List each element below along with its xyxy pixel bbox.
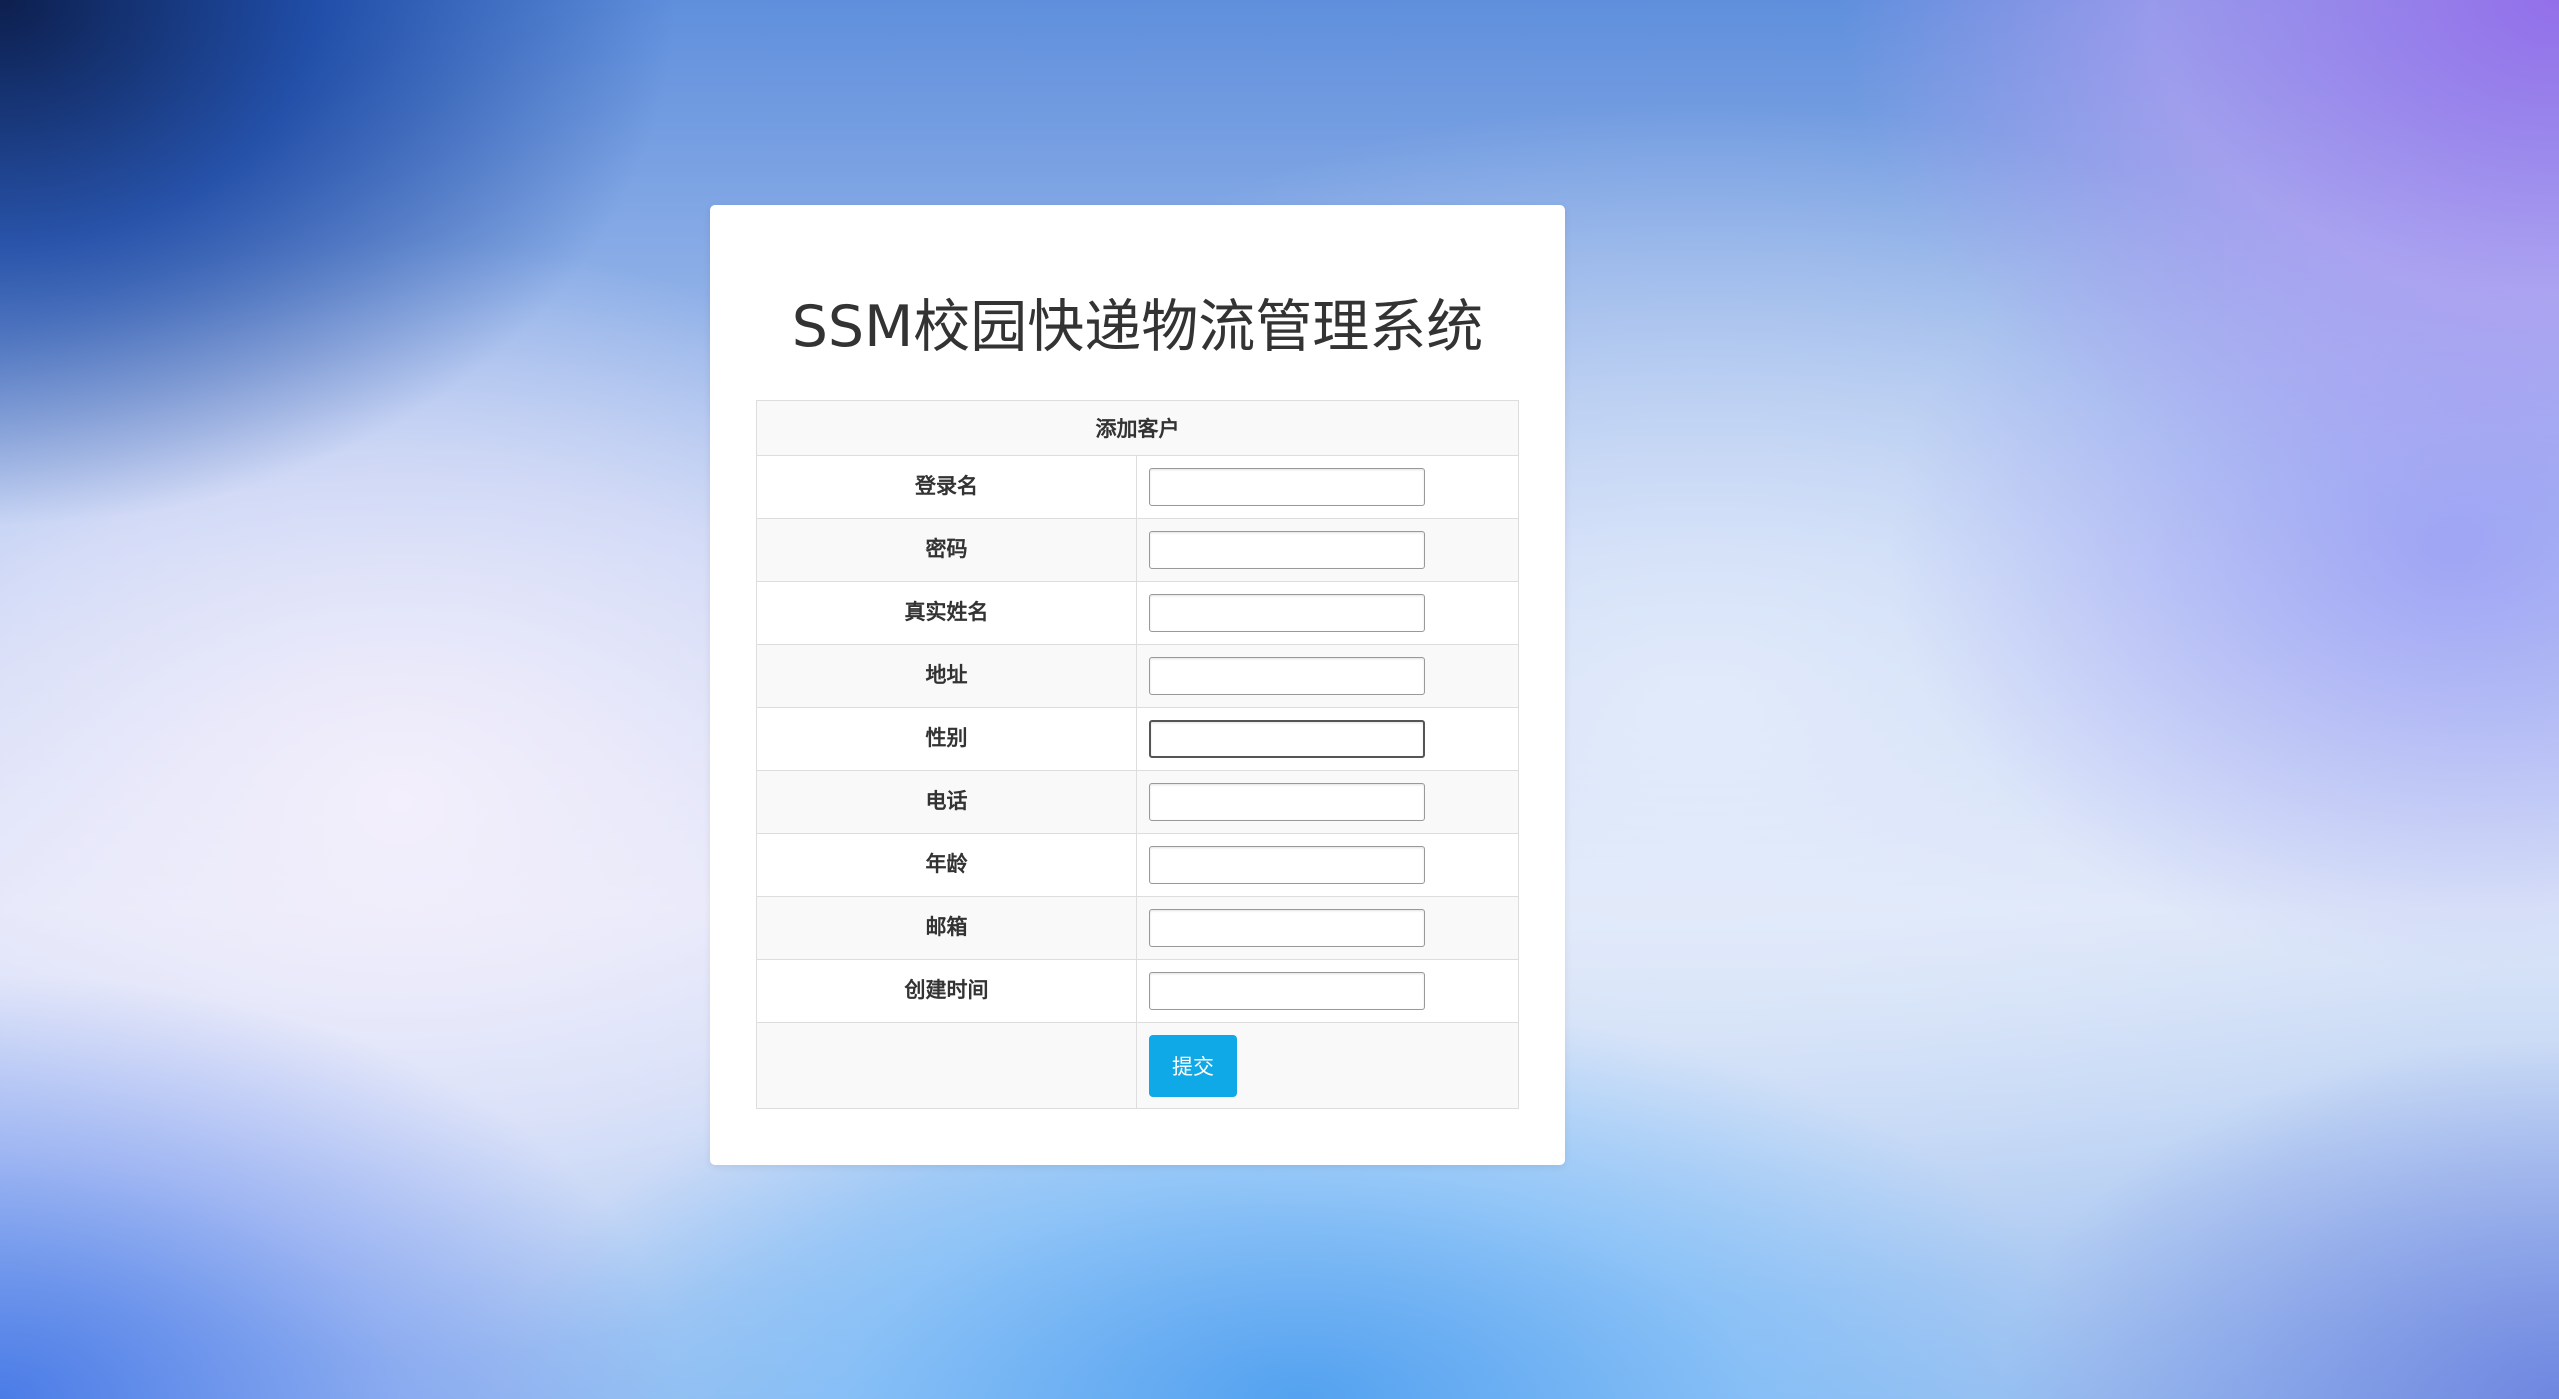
form-row-submit: 提交 [756,1022,1519,1109]
password-input[interactable] [1149,531,1425,569]
form-row-login-name: 登录名 [756,455,1519,519]
gender-input[interactable] [1149,720,1425,758]
form-row-gender: 性别 [756,707,1519,771]
form-heading: 添加客户 [756,400,1519,456]
age-label: 年龄 [756,833,1137,897]
login-name-label: 登录名 [756,455,1137,519]
phone-input[interactable] [1149,783,1425,821]
phone-label: 电话 [756,770,1137,834]
email-input[interactable] [1149,909,1425,947]
form-card: SSM校园快递物流管理系统 添加客户 登录名 密码 真实姓名 地址 性别 电话 … [710,205,1565,1165]
gender-label: 性别 [756,707,1137,771]
form-row-age: 年龄 [756,833,1519,897]
add-customer-form: 添加客户 登录名 密码 真实姓名 地址 性别 电话 年龄 邮箱 创建时间 提交 [756,400,1519,1109]
address-input[interactable] [1149,657,1425,695]
submit-row-spacer [756,1022,1137,1109]
submit-button[interactable]: 提交 [1149,1034,1237,1097]
page-title: SSM校园快递物流管理系统 [791,294,1484,360]
form-row-password: 密码 [756,518,1519,582]
real-name-input[interactable] [1149,594,1425,632]
form-row-address: 地址 [756,644,1519,708]
form-row-phone: 电话 [756,770,1519,834]
login-name-input[interactable] [1149,468,1425,506]
form-row-email: 邮箱 [756,896,1519,960]
form-row-real-name: 真实姓名 [756,581,1519,645]
created-time-input[interactable] [1149,972,1425,1010]
address-label: 地址 [756,644,1137,708]
form-row-created-time: 创建时间 [756,959,1519,1023]
email-label: 邮箱 [756,896,1137,960]
real-name-label: 真实姓名 [756,581,1137,645]
created-time-label: 创建时间 [756,959,1137,1023]
password-label: 密码 [756,518,1137,582]
age-input[interactable] [1149,846,1425,884]
